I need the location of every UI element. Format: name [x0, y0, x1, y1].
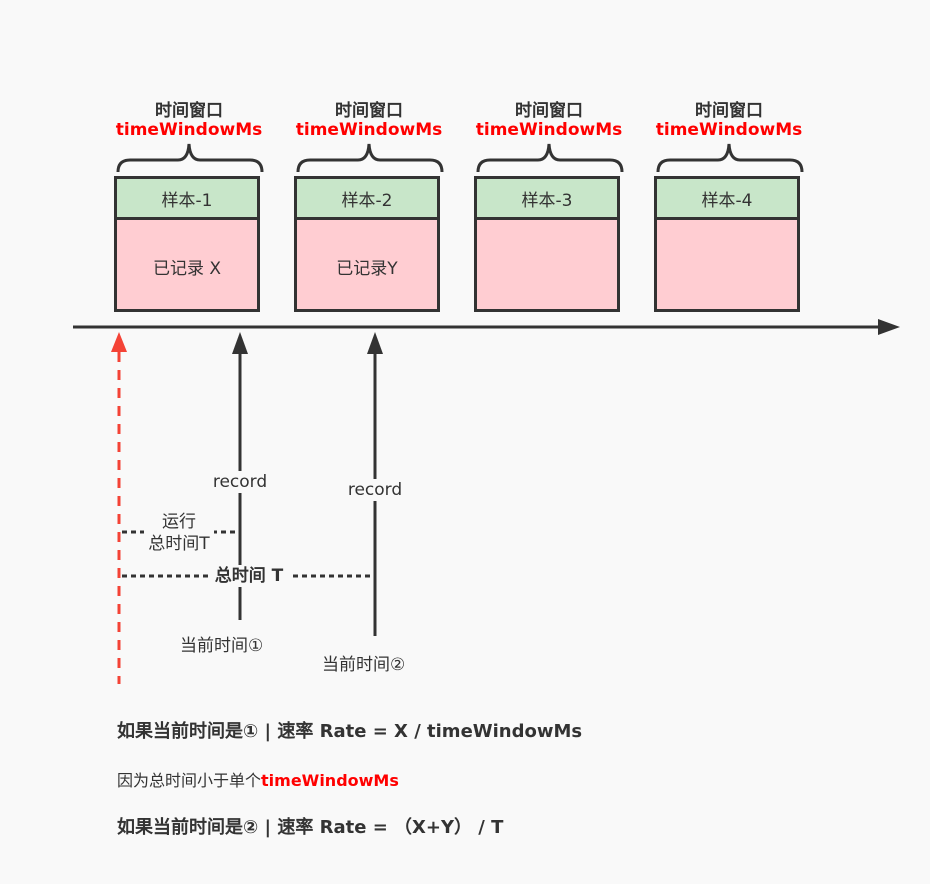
window-title-2: 时间窗口 [335, 101, 403, 121]
sample-box-2: 样本-2 已记录Y [294, 176, 440, 312]
sample-header-4: 样本-4 [657, 179, 797, 220]
current-time-2-label: 当前时间② [322, 655, 406, 675]
window-subtitle-3: timeWindowMs [475, 120, 623, 140]
window-title-1: 时间窗口 [155, 101, 223, 121]
sample-recorded-2: 已记录Y [336, 258, 398, 279]
window-subtitle-2: timeWindowMs [295, 120, 443, 140]
brace-2 [296, 143, 444, 173]
brace-1 [116, 143, 264, 173]
window-subtitle-1: timeWindowMs [115, 120, 263, 140]
timeline-arrowhead [878, 319, 900, 335]
run-total-line2: 总时间T [148, 534, 210, 554]
note-reason: 因为总时间小于单个timeWindowMs [117, 767, 399, 791]
sample-box-3: 样本-3 [474, 176, 620, 312]
sample-box-1: 样本-1 已记录 X [114, 176, 260, 312]
note-reason-highlight: timeWindowMs [261, 771, 399, 790]
current-time-1-label: 当前时间① [180, 636, 264, 656]
current-time-1-arrowhead [232, 332, 248, 354]
total-time-label: 总时间 T [209, 565, 289, 587]
sample-header-2: 样本-2 [297, 179, 437, 220]
window-title-4: 时间窗口 [695, 101, 763, 121]
start-marker-arrowhead [111, 332, 127, 352]
run-total-line1: 运行 [162, 512, 196, 532]
window-subtitle-4: timeWindowMs [655, 120, 803, 140]
note-reason-prefix: 因为总时间小于单个 [117, 771, 262, 790]
current-time-2-arrowhead [367, 332, 383, 354]
sample-recorded-1: 已记录 X [152, 258, 222, 279]
sample-recorded-3 [477, 220, 617, 312]
brace-3 [476, 143, 624, 173]
record-label-2: record [343, 479, 407, 501]
note-case-1: 如果当前时间是① | 速率 Rate = X / timeWindowMs [117, 721, 583, 742]
note-case-2: 如果当前时间是② | 速率 Rate = （X+Y） / T [117, 817, 504, 838]
brace-4 [656, 143, 804, 173]
sample-header-3: 样本-3 [477, 179, 617, 220]
sample-box-4: 样本-4 [654, 176, 800, 312]
record-label-1: record [208, 471, 272, 493]
run-total-label: 运行 总时间T [144, 511, 214, 555]
sample-recorded-4 [657, 220, 797, 312]
window-title-3: 时间窗口 [515, 101, 583, 121]
sample-header-1: 样本-1 [117, 179, 257, 220]
